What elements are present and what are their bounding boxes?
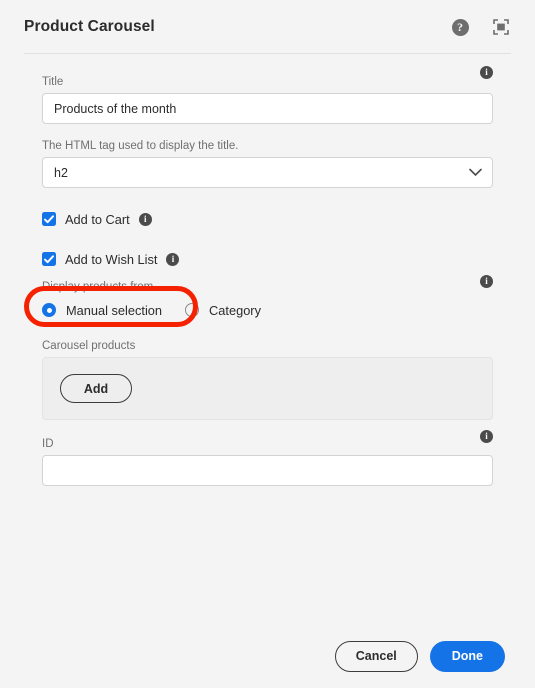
id-input[interactable] xyxy=(42,455,493,486)
html-tag-field-group: The HTML tag used to display the title. … xyxy=(42,140,493,188)
radio-manual-selection[interactable] xyxy=(42,303,56,317)
html-tag-label: The HTML tag used to display the title. xyxy=(42,140,239,152)
dialog-header: Product Carousel ? xyxy=(0,0,535,54)
radio-category[interactable] xyxy=(185,303,200,317)
display-products-from-label: Display products from xyxy=(42,281,154,293)
add-to-cart-label: Add to Cart xyxy=(65,211,130,227)
id-label: ID xyxy=(42,438,54,450)
display-products-info-icon[interactable]: i xyxy=(480,275,493,288)
fullscreen-icon-svg xyxy=(493,19,509,35)
add-to-cart-checkbox[interactable] xyxy=(42,212,56,226)
add-to-cart-row[interactable]: Add to Cart i xyxy=(42,206,493,232)
header-icon-group: ? xyxy=(450,17,511,37)
dialog-footer: Cancel Done xyxy=(0,624,535,688)
html-tag-select[interactable]: h2 xyxy=(42,157,493,188)
fullscreen-icon[interactable] xyxy=(491,17,511,37)
add-to-wish-list-label: Add to Wish List xyxy=(65,251,158,267)
add-to-cart-info-icon[interactable]: i xyxy=(138,212,152,226)
display-products-radio-row: Manual selection Category xyxy=(42,298,493,322)
checkmark-icon xyxy=(44,254,54,263)
title-input[interactable] xyxy=(42,93,493,124)
add-product-button[interactable]: Add xyxy=(60,374,132,403)
id-field-group: i ID xyxy=(42,430,493,486)
radio-manual-selection-label: Manual selection xyxy=(66,302,163,318)
help-icon[interactable]: ? xyxy=(450,17,470,37)
title-label: Title xyxy=(42,76,64,88)
title-info-icon[interactable]: i xyxy=(480,66,493,79)
id-info-icon[interactable]: i xyxy=(480,430,493,443)
title-field-group: i Title xyxy=(42,66,493,124)
header-divider xyxy=(24,53,511,54)
cancel-button[interactable]: Cancel xyxy=(334,640,418,672)
carousel-products-panel[interactable]: Add xyxy=(42,357,493,420)
help-icon-glyph: ? xyxy=(451,18,469,36)
add-to-wish-list-row[interactable]: Add to Wish List i xyxy=(42,246,493,272)
html-tag-selected-value: h2 xyxy=(54,165,68,180)
display-products-from-group: i Display products from Manual selection… xyxy=(42,275,493,322)
dialog-body: i Title The HTML tag used to display the… xyxy=(0,54,535,486)
radio-category-label: Category xyxy=(209,302,261,318)
done-button[interactable]: Done xyxy=(429,640,505,672)
carousel-products-label: Carousel products xyxy=(42,340,136,352)
page-title: Product Carousel xyxy=(24,18,155,35)
html-tag-select-wrap: h2 xyxy=(42,157,493,188)
add-to-wish-list-info-icon[interactable]: i xyxy=(166,252,180,266)
add-to-wish-list-checkbox[interactable] xyxy=(42,252,56,266)
carousel-products-group: Carousel products Add xyxy=(42,340,493,420)
checkmark-icon xyxy=(44,214,54,223)
